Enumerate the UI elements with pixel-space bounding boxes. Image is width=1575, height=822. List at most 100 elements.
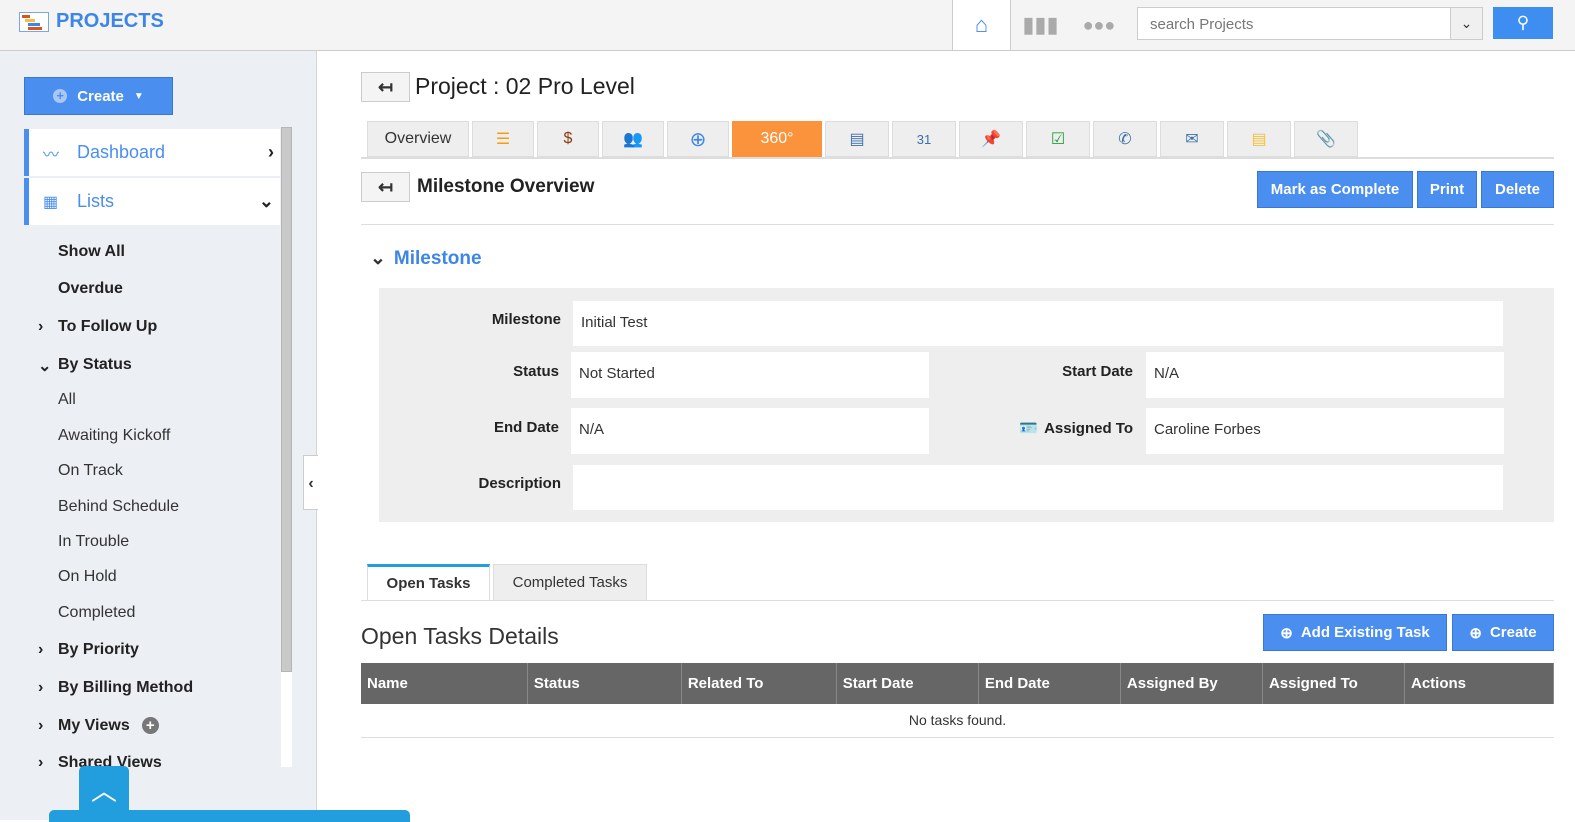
more-icon[interactable]: ●●●: [1070, 0, 1128, 50]
sidebar-list-item[interactable]: In Trouble: [58, 533, 129, 551]
note-icon[interactable]: ▤: [1227, 121, 1291, 157]
plus-circle-icon: ⊕: [1469, 624, 1482, 642]
sidebar-list-item[interactable]: › To Follow Up: [38, 318, 158, 336]
sidebar-item-dashboard[interactable]: 〰 Dashboard ›: [24, 129, 280, 176]
sidebar-list-item[interactable]: ⌄ By Status: [38, 356, 132, 375]
team-icon[interactable]: 👥: [602, 121, 664, 157]
sidebar-list-item[interactable]: › By Priority: [38, 641, 139, 659]
sidebar-list-item[interactable]: › My Views +: [38, 717, 159, 735]
money-bag-icon[interactable]: $: [537, 121, 599, 157]
sidebar-list-label: Completed: [58, 604, 136, 621]
print-button[interactable]: Print: [1417, 171, 1477, 208]
email-icon[interactable]: ✉: [1160, 121, 1224, 157]
column-header[interactable]: Related To: [682, 663, 837, 704]
tab-completed-tasks[interactable]: Completed Tasks: [493, 564, 647, 601]
sidebar-list-item[interactable]: On Track: [58, 462, 123, 480]
tab-open-tasks[interactable]: Open Tasks: [367, 564, 490, 601]
add-view-icon[interactable]: +: [141, 717, 159, 734]
phone-call-icon[interactable]: ✆: [1093, 121, 1157, 157]
sidebar-list-label: In Trouble: [58, 533, 130, 550]
sidebar-list-item[interactable]: All: [58, 391, 76, 409]
sidebar: + Create ▼ 〰 Dashboard › ▦ Lists ⌄ Show All Ove…: [0, 51, 317, 820]
plus-circle-icon: ⊕: [1280, 624, 1293, 642]
end-date-value: N/A: [571, 408, 929, 454]
milestone-value: Initial Test: [573, 301, 1503, 346]
attachment-icon[interactable]: 📎: [1294, 121, 1358, 157]
column-header[interactable]: Start Date: [837, 663, 979, 704]
add-existing-task-button[interactable]: ⊕ Add Existing Task: [1263, 614, 1447, 651]
chevron-right-icon: ›: [38, 641, 44, 658]
gantt-icon[interactable]: ☰: [472, 121, 534, 157]
divider: [361, 600, 1554, 601]
milestone-back-button[interactable]: ↤: [361, 172, 410, 202]
sidebar-scrollbar[interactable]: [281, 127, 292, 767]
calendar-icon[interactable]: 31: [892, 121, 956, 157]
sidebar-list-label: To Follow Up: [58, 318, 158, 335]
assigned-to-value: Caroline Forbes: [1146, 408, 1504, 454]
milestone-section-label: Milestone: [393, 248, 482, 269]
back-button[interactable]: ↤: [361, 72, 410, 102]
target-icon[interactable]: ⊕: [667, 121, 729, 157]
start-date-value: N/A: [1146, 352, 1504, 398]
sidebar-list-item[interactable]: Completed: [58, 604, 135, 622]
chevron-down-icon[interactable]: ⌄: [1450, 8, 1482, 39]
sidebar-list-item[interactable]: Overdue: [58, 280, 123, 298]
chevron-right-icon: ›: [38, 754, 44, 771]
milestone-details-panel: Milestone Initial Test Status Not Starte…: [379, 288, 1554, 522]
sidebar-list-label: Awaiting Kickoff: [58, 427, 171, 444]
sidebar-list-label: Overdue: [58, 280, 123, 297]
grid-icon: ▦: [43, 193, 59, 211]
projects-logo-icon: [19, 12, 49, 32]
create-task-label: Create: [1489, 624, 1537, 641]
create-label: Create: [77, 87, 124, 105]
sidebar-list-item[interactable]: On Hold: [58, 568, 117, 586]
bottom-bar: [49, 810, 410, 822]
column-header[interactable]: End Date: [979, 663, 1121, 704]
column-header[interactable]: Assigned By: [1121, 663, 1263, 704]
caret-down-icon: ▼: [133, 90, 144, 102]
chevron-down-icon: ⌄: [258, 191, 274, 211]
page-title: Project : 02 Pro Level: [415, 73, 635, 99]
chevron-down-icon: ⌄: [370, 248, 386, 269]
search-input[interactable]: search Projects ⌄: [1137, 7, 1483, 40]
sidebar-list-item[interactable]: Behind Schedule: [58, 498, 179, 516]
milestone-label: Milestone: [491, 311, 561, 328]
form-icon[interactable]: ▤: [825, 121, 889, 157]
divider: [361, 737, 1554, 738]
tab-360[interactable]: 360°: [732, 121, 822, 157]
column-header[interactable]: Actions: [1405, 663, 1554, 704]
column-header[interactable]: Assigned To: [1263, 663, 1405, 704]
empty-message: No tasks found.: [908, 712, 1007, 728]
divider: [361, 224, 1554, 225]
column-header[interactable]: Name: [361, 663, 528, 704]
contact-card-icon: 🪪: [1019, 420, 1039, 437]
search-icon: ⚲: [1516, 13, 1530, 32]
sidebar-list-label: By Status: [58, 356, 132, 373]
task-check-icon[interactable]: ☑: [1026, 121, 1090, 157]
description-label: Description: [478, 475, 561, 492]
create-task-button[interactable]: ⊕ Create: [1452, 614, 1554, 651]
search-placeholder: search Projects: [1150, 16, 1254, 33]
sidebar-item-lists[interactable]: ▦ Lists ⌄: [24, 178, 280, 225]
sidebar-list-label: By Priority: [58, 641, 139, 658]
sidebar-list-label: On Track: [58, 462, 123, 479]
collapse-sidebar-button[interactable]: ‹: [303, 455, 318, 510]
home-icon[interactable]: ⌂: [952, 0, 1010, 50]
create-button[interactable]: + Create ▼: [24, 77, 173, 115]
end-date-label: End Date: [493, 419, 559, 436]
status-label: Status: [513, 363, 559, 380]
app-title[interactable]: PROJECTS: [56, 10, 164, 33]
reports-icon[interactable]: ▮▮▮: [1010, 0, 1070, 50]
tab-overview[interactable]: Overview: [367, 121, 469, 157]
mark-complete-button[interactable]: Mark as Complete: [1257, 171, 1413, 208]
sidebar-list-label: By Billing Method: [58, 679, 194, 696]
sidebar-list-item[interactable]: Awaiting Kickoff: [58, 427, 170, 445]
sidebar-list-item[interactable]: Show All: [58, 243, 125, 261]
sidebar-list-item[interactable]: › By Billing Method: [38, 679, 194, 697]
column-header[interactable]: Status: [528, 663, 682, 704]
sidebar-list-label: My Views: [58, 717, 130, 734]
milestone-section-toggle[interactable]: ⌄ Milestone: [370, 247, 482, 270]
pin-icon[interactable]: 📌: [959, 121, 1023, 157]
delete-button[interactable]: Delete: [1481, 171, 1554, 208]
search-button[interactable]: ⚲: [1493, 7, 1553, 39]
